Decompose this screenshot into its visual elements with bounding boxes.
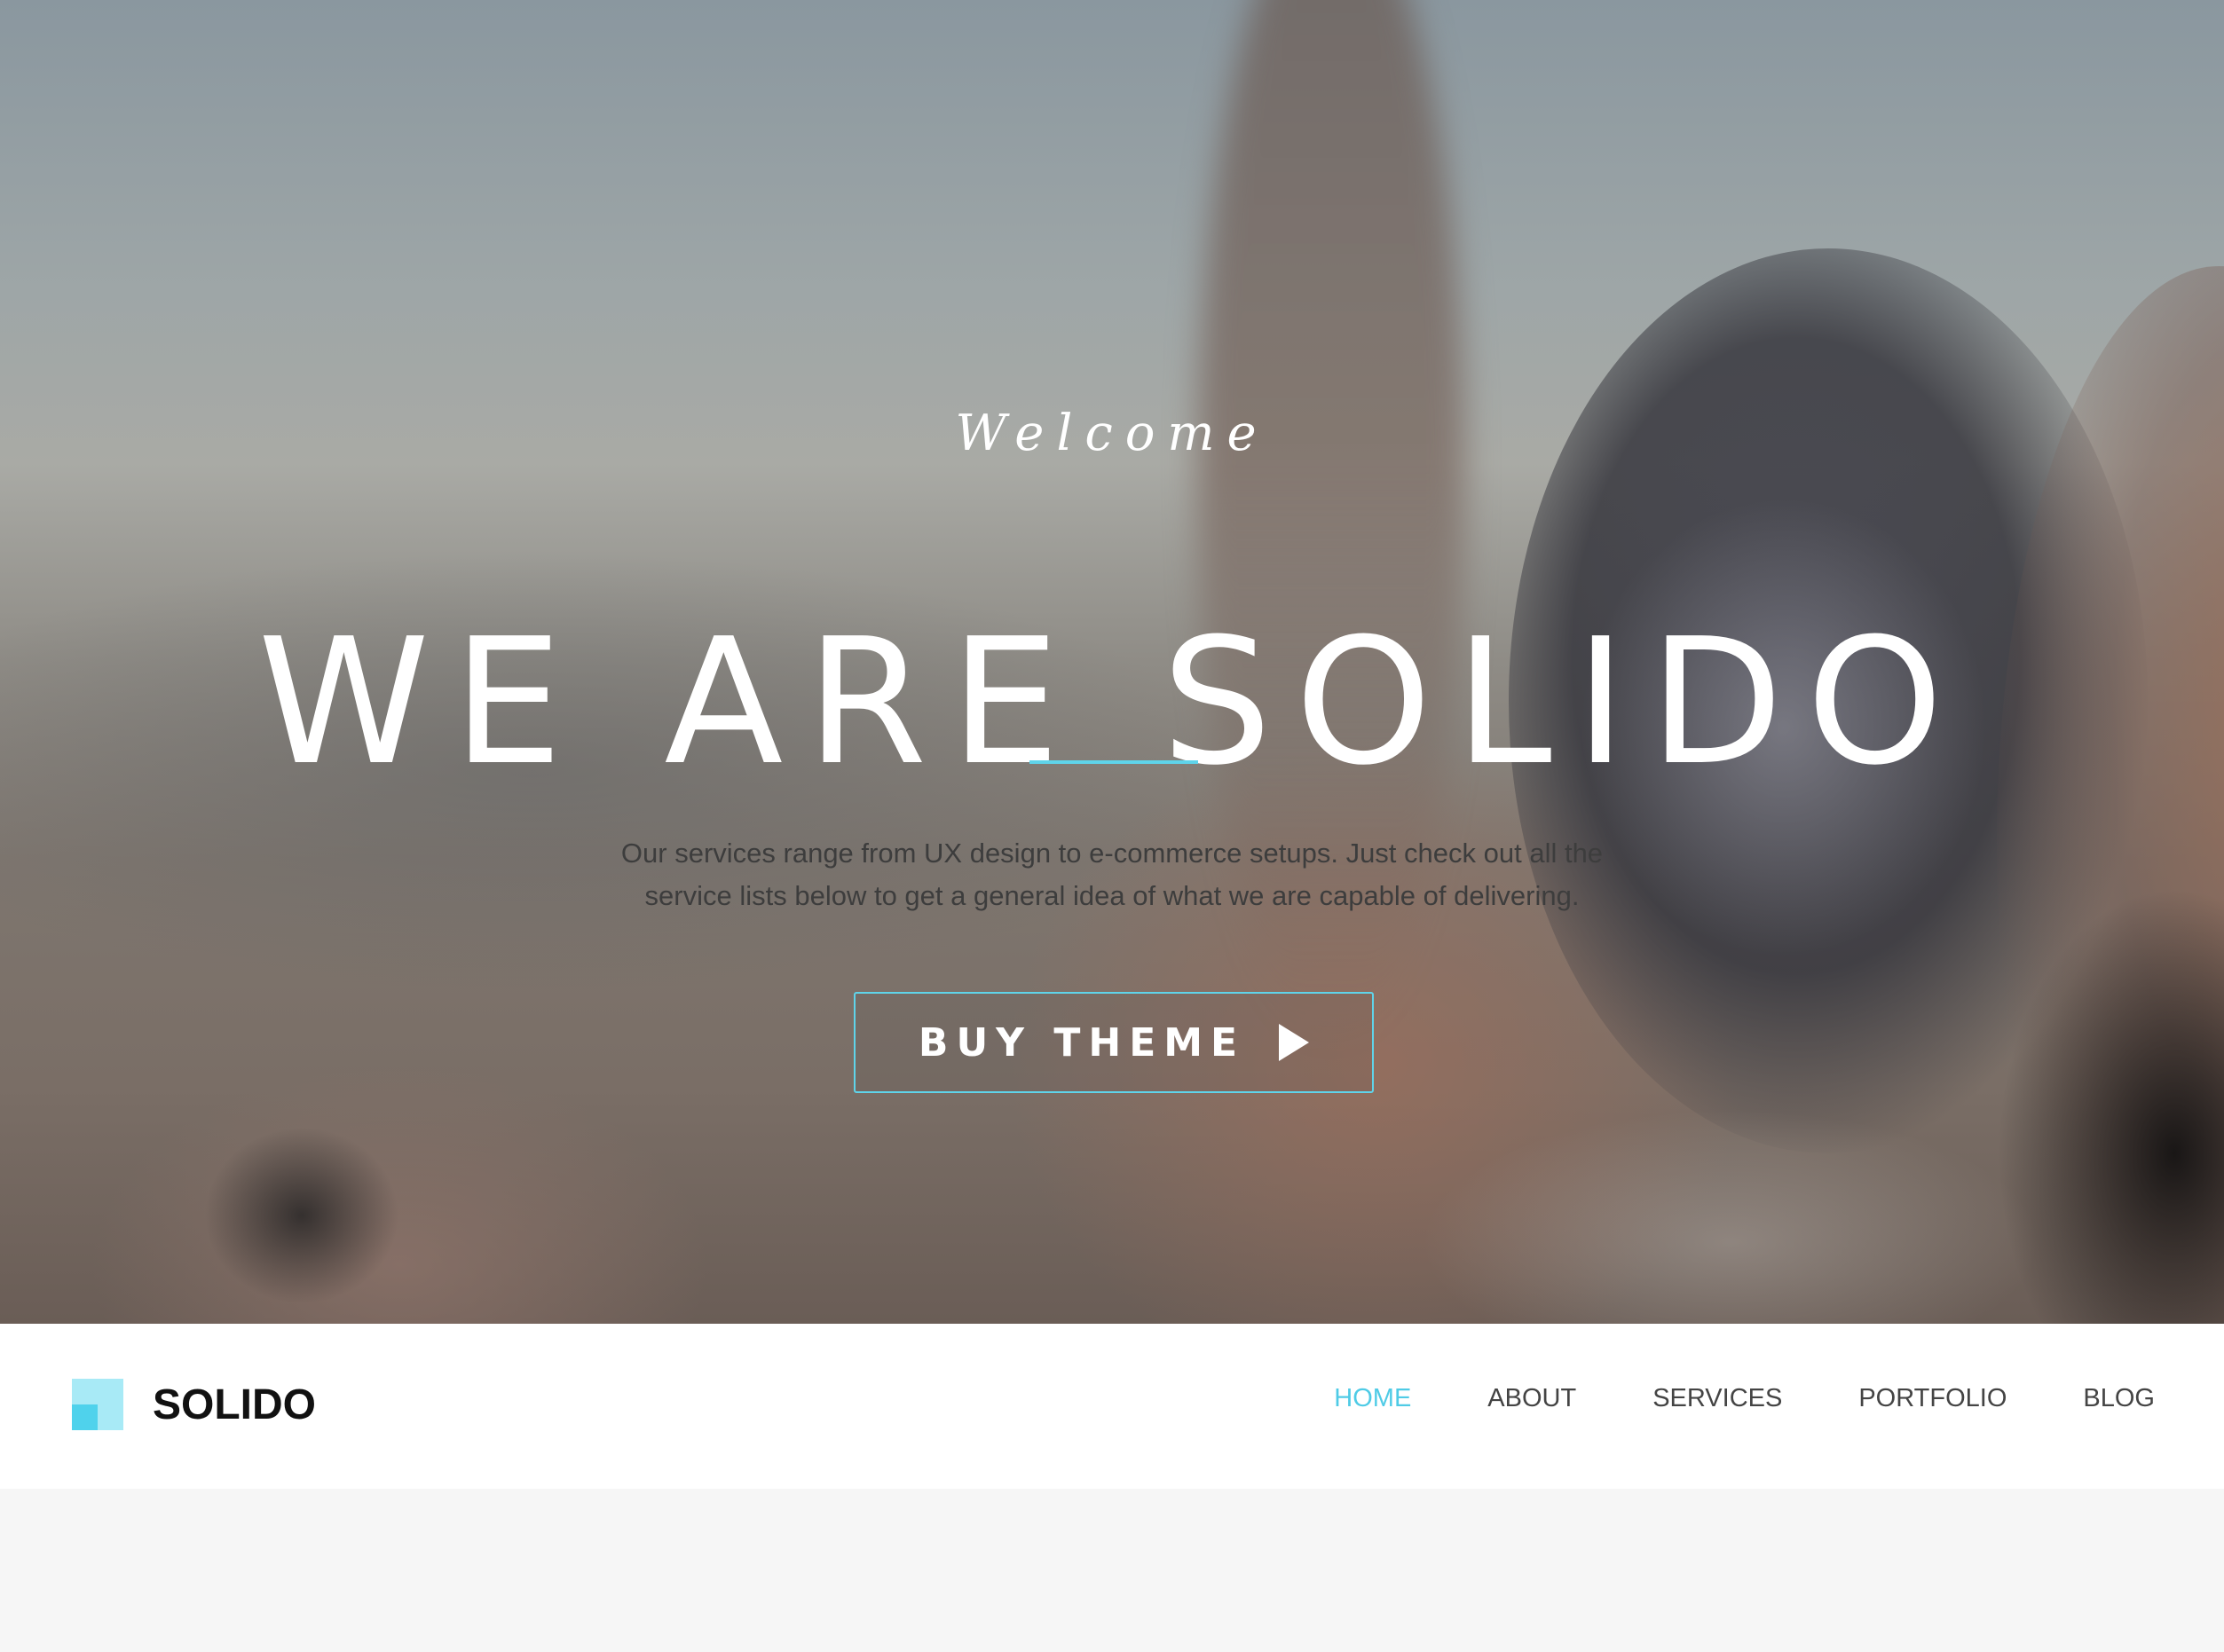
buy-theme-label: BUY THEME xyxy=(918,1019,1246,1066)
content-area xyxy=(0,1489,2224,1652)
logo-square-dark xyxy=(72,1404,98,1430)
solido-logo-icon[interactable] xyxy=(72,1379,123,1430)
nav-item-portfolio[interactable]: PORTFOLIO xyxy=(1858,1377,2007,1420)
hero-section: Welcome WE ARE SOLIDO Our services range… xyxy=(0,0,2224,1324)
brand-name[interactable]: SOLIDO xyxy=(153,1377,316,1434)
hero-lead: Our services range from UX design to e-c… xyxy=(491,832,1733,917)
hero-lead-line: Our services range from UX design to e-c… xyxy=(620,838,1604,869)
nav-item-home[interactable]: HOME xyxy=(1334,1377,1411,1420)
hero-lead-line: service lists below to get a general ide… xyxy=(644,880,1580,911)
play-icon xyxy=(1279,1024,1310,1061)
navbar: SOLIDO HOME ABOUT SERVICES PORTFOLIO BLO… xyxy=(0,1324,2224,1489)
nav-item-about[interactable]: ABOUT xyxy=(1487,1377,1576,1420)
buy-theme-button[interactable]: BUY THEME xyxy=(854,992,1374,1093)
hero-welcome: Welcome xyxy=(955,405,1269,462)
hero-headline: WE ARE SOLIDO xyxy=(257,602,1967,805)
nav-item-services[interactable]: SERVICES xyxy=(1652,1377,1782,1420)
hero-content: Welcome WE ARE SOLIDO Our services range… xyxy=(0,0,2224,1324)
nav-links: HOME ABOUT SERVICES PORTFOLIO BLOG xyxy=(1258,1377,2155,1420)
nav-item-blog[interactable]: BLOG xyxy=(2083,1377,2155,1420)
hero-divider xyxy=(1029,760,1198,764)
